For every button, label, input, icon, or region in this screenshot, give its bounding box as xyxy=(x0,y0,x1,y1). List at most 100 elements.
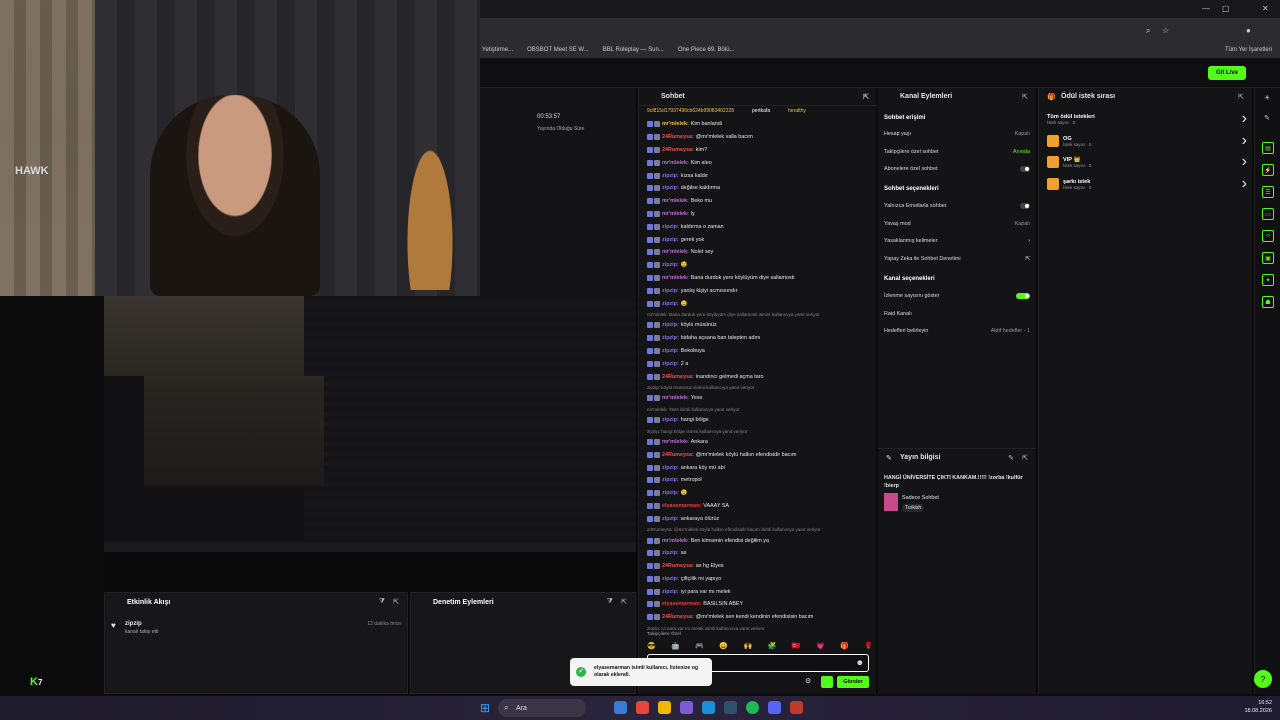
chat-username[interactable]: elyasemarman: xyxy=(662,601,701,607)
chat-message[interactable]: mr'mlelek: Bana durduk yere köylüyüm diye… xyxy=(647,272,873,285)
chat-username[interactable]: 24Rumeysa: xyxy=(662,134,694,140)
minimize-icon[interactable]: — xyxy=(1202,4,1210,13)
chat-message[interactable]: zipzip: bidaha açsana ban talepten adını xyxy=(647,332,873,345)
chat-message[interactable]: elyasemarman: VAAAY SA xyxy=(647,500,873,513)
chat-username[interactable]: 24Rumeysa: xyxy=(662,452,694,458)
windows-start-icon[interactable]: ⊞ xyxy=(480,701,490,715)
app-icon[interactable] xyxy=(702,701,715,714)
search-icon[interactable]: ⌕ xyxy=(1146,26,1150,36)
chat-message[interactable]: zipzip: iyi para var mı melek xyxy=(647,585,873,598)
edge-icon[interactable] xyxy=(614,701,627,714)
address-bar[interactable]: ⌕ ☆ ● xyxy=(480,18,1280,42)
gear-icon[interactable]: ⚙ xyxy=(805,677,811,685)
chat-username[interactable]: zipzip: xyxy=(662,224,679,230)
chat-username[interactable]: zipzip: xyxy=(662,237,679,243)
chat-username[interactable]: zipzip: xyxy=(662,576,679,582)
bookmark-item[interactable]: Yetiştirme... xyxy=(482,47,513,53)
ai-moderation-row[interactable]: Yapay Zeka ile Sohbet Denetimi ⇱ xyxy=(884,256,1030,262)
chat-message[interactable]: 24Rumeysa: inandıncı gelmedi açma taro xyxy=(647,370,873,383)
emote[interactable]: 🎁 xyxy=(840,642,849,652)
popout-icon[interactable]: ⇱ xyxy=(863,93,869,101)
chat-username[interactable]: zipzip: xyxy=(662,516,679,522)
chat-message[interactable]: zipzip: 😉 xyxy=(647,487,873,500)
show-viewers-toggle[interactable] xyxy=(1016,293,1030,299)
emote-picker-button[interactable] xyxy=(821,676,833,688)
chat-message[interactable]: 24Rumeysa: @mr'mlelek sen kendi kendinin … xyxy=(647,611,873,624)
chat-username[interactable]: mr'mlelek: xyxy=(662,395,689,401)
pinned-user[interactable]: 9cf815d17937490cb624b99083402228 xyxy=(647,108,734,118)
banned-words-row[interactable]: Yasaklanmış kelimeler › xyxy=(884,238,1030,244)
followers-chat-row[interactable]: Takipçilere özel sohbet Anında xyxy=(884,149,1030,155)
popout-icon[interactable]: ⇱ xyxy=(1022,93,1028,101)
chat-username[interactable]: mr'mlelek: xyxy=(662,538,689,544)
chat-panel-icon[interactable]: ▤ xyxy=(1262,142,1274,154)
chat-username[interactable]: 24Rumeysa: xyxy=(662,614,694,620)
send-button[interactable]: Gönder xyxy=(837,676,869,688)
chat-username[interactable]: zipzip: xyxy=(662,301,679,307)
goals-row[interactable]: Hedefleri belirleyin Aktif hedefler · 1 xyxy=(884,328,1030,334)
star-icon[interactable]: ☆ xyxy=(1162,26,1169,35)
app-icon[interactable] xyxy=(680,701,693,714)
chat-message[interactable]: 24Rumeysa: as hg Elyes xyxy=(647,560,873,573)
emote[interactable]: 🧩 xyxy=(768,642,777,652)
chat-username[interactable]: zipzip: xyxy=(662,490,679,496)
chat-message[interactable]: mr'mlelek: Ben kimsenin efendisi değilim … xyxy=(647,534,873,547)
reply-context[interactable]: mr'mlelek: Bana durduk yere köylüyüm diy… xyxy=(647,310,873,319)
reply-context[interactable]: zipzip: hangi bölge ismini kullanıcıya y… xyxy=(647,427,873,436)
taskbar-search[interactable]: ⌕ Ara xyxy=(498,699,586,717)
chat-message[interactable]: zipzip: 😉 xyxy=(647,297,873,310)
chat-message[interactable]: zipzip: köylü müsünüz xyxy=(647,319,873,332)
raid-row[interactable]: Raid Kanalı xyxy=(884,311,1030,317)
chat-username[interactable]: 24Rumeysa: xyxy=(662,563,694,569)
chat-message[interactable]: 24Rumeysa: @mr'mlelek köylü halkın efendi… xyxy=(647,448,873,461)
monitor-icon[interactable]: ▭ xyxy=(1262,208,1274,220)
gift-icon[interactable]: ▣ xyxy=(1262,252,1274,264)
pinned-user[interactable]: pertkafa xyxy=(752,108,770,118)
chat-username[interactable]: zipzip: xyxy=(662,173,679,179)
subs-chat-row[interactable]: Abonelere özel sohbet xyxy=(884,166,1030,172)
reward-item[interactable]: OG İstek sayısı · 0 › xyxy=(1047,132,1247,150)
emote[interactable]: 💗 xyxy=(816,642,825,652)
chat-message[interactable]: zipzip: gerek yok xyxy=(647,233,873,246)
chat-message[interactable]: zipzip: metropol xyxy=(647,474,873,487)
chat-message[interactable]: 24Rumeysa: kim? xyxy=(647,144,873,157)
chat-message[interactable]: zipzip: kızsa kaldır xyxy=(647,169,873,182)
emote[interactable]: 😎 xyxy=(647,642,656,652)
chat-message[interactable]: zipzip: 2 a xyxy=(647,357,873,370)
chat-username[interactable]: mr'mlelek: xyxy=(662,249,689,255)
app-icon[interactable] xyxy=(790,701,803,714)
chat-message[interactable]: zipzip: as xyxy=(647,547,873,560)
emote[interactable]: 🌹 xyxy=(864,642,873,652)
list-icon[interactable]: ☰ xyxy=(1262,186,1274,198)
account-age-row[interactable]: Hesap yaşı Kapalı xyxy=(884,131,1030,137)
emotes-only-toggle[interactable] xyxy=(1020,203,1030,209)
chat-message[interactable]: zipzip: hangi bölge xyxy=(647,414,873,427)
chat-message[interactable]: zipzip: değilse kaldırma xyxy=(647,182,873,195)
filter-icon[interactable]: ⧩ xyxy=(379,598,385,606)
bookmark-item[interactable]: One Piece 69. Bölü... xyxy=(678,47,735,53)
chat-message[interactable]: mr'mlelek: ly xyxy=(647,208,873,221)
chat-username[interactable]: elyasemarman: xyxy=(662,503,701,509)
chat-message[interactable]: zipzip: kaldırma o zaman xyxy=(647,220,873,233)
emote[interactable]: 🎮 xyxy=(695,642,704,652)
actions-icon[interactable]: ⚡ xyxy=(1262,164,1274,176)
chat-username[interactable]: mr'mlelek: xyxy=(662,121,689,127)
emote[interactable]: 😀 xyxy=(719,642,728,652)
chat-message[interactable]: mr'mlelek: Nolet sey xyxy=(647,246,873,259)
code-icon[interactable]: ‹› xyxy=(1262,230,1274,242)
users-icon[interactable]: ☗ xyxy=(1262,296,1274,308)
chat-message[interactable]: zipzip: ankara köy mü abi xyxy=(647,461,873,474)
chat-message[interactable]: mr'mlelek: Ankara xyxy=(647,436,873,449)
chat-username[interactable]: mr'mlelek: xyxy=(662,211,689,217)
emotes-only-row[interactable]: Yalnızca Emotlarla sohbet xyxy=(884,203,1030,209)
chat-username[interactable]: zipzip: xyxy=(662,465,679,471)
chat-username[interactable]: zipzip: xyxy=(662,417,679,423)
chat-message[interactable]: 24Rumeysa: @mr'mlelek valla bacım xyxy=(647,131,873,144)
emoji-icon[interactable]: ☻ xyxy=(856,658,864,667)
popout-icon[interactable]: ⇱ xyxy=(1238,93,1244,101)
popout-icon[interactable]: ⇱ xyxy=(621,598,627,606)
maximize-icon[interactable]: ▢ xyxy=(1222,4,1230,13)
all-bookmarks[interactable]: Tüm Yer İşaretleri xyxy=(1225,47,1272,53)
chat-message[interactable]: zipzip: 😉 xyxy=(647,259,873,272)
discord-icon[interactable] xyxy=(768,701,781,714)
